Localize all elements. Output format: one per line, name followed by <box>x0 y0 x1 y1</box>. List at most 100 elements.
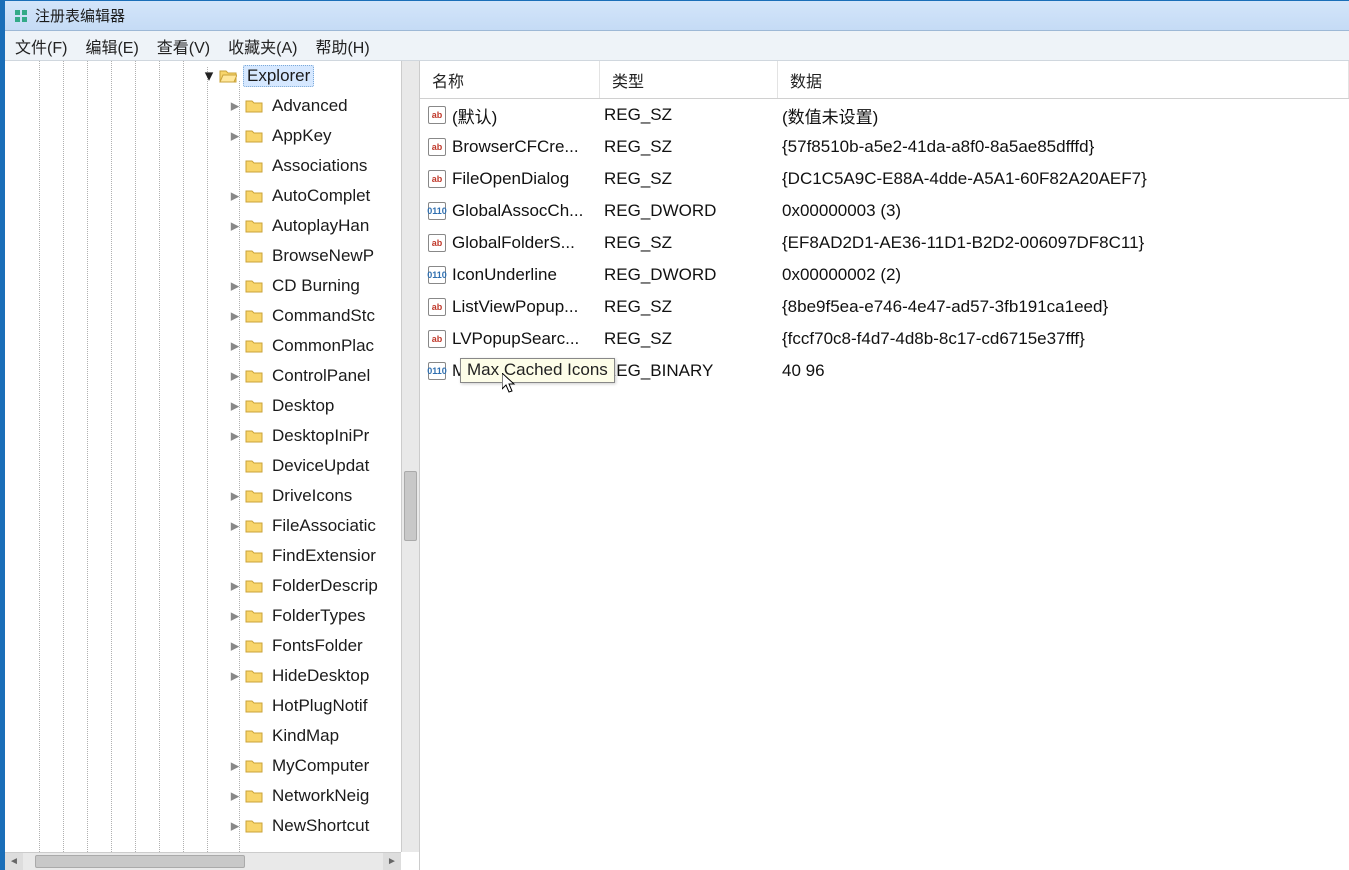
expander-icon[interactable]: ▸ <box>229 310 241 322</box>
value-type: REG_SZ <box>600 137 778 157</box>
tree-item-label: HideDesktop <box>272 666 369 685</box>
menu-file[interactable]: 文件(F) <box>15 34 67 58</box>
string-value-icon: ab <box>428 138 446 156</box>
tree-vertical-scrollbar[interactable] <box>401 61 419 852</box>
expander-icon[interactable]: ▸ <box>229 430 241 442</box>
tree-item[interactable]: ▸CD Burning <box>5 271 397 301</box>
expander-icon[interactable]: ▸ <box>229 670 241 682</box>
name-tooltip: Max Cached Icons <box>460 358 615 383</box>
value-type: REG_DWORD <box>600 265 778 285</box>
tree-item[interactable]: HotPlugNotif <box>5 691 397 721</box>
expander-icon[interactable]: ▸ <box>229 280 241 292</box>
tree-item[interactable]: ▸CommonPlac <box>5 331 397 361</box>
tree-item-label: FolderTypes <box>272 606 366 625</box>
menu-edit[interactable]: 编辑(E) <box>85 34 138 58</box>
tree-item[interactable]: ▸ ControlPanel <box>5 361 397 391</box>
expander-icon[interactable]: ▸ <box>229 490 241 502</box>
value-name: IconUnderline <box>452 265 557 285</box>
tree-pane: ▾ Explorer ▸Advanced▸AppKey Associations ▸ Au… <box>5 61 420 870</box>
tree-item-label: AutoplayHan <box>272 216 369 235</box>
tree-item[interactable]: KindMap <box>5 721 397 751</box>
expander-icon[interactable]: ▸ <box>229 100 241 112</box>
registry-value-row[interactable]: ab(默认)REG_SZ(数值未设置) <box>420 99 1349 131</box>
tree-item-label: Associations <box>272 156 367 175</box>
column-header-type[interactable]: 类型 <box>600 61 778 98</box>
tree-horizontal-scroll-thumb[interactable] <box>35 855 245 868</box>
tree-item[interactable]: FindExtensior <box>5 541 397 571</box>
tree-item[interactable]: ▸ FontsFolder <box>5 631 397 661</box>
expander-icon[interactable]: ▸ <box>229 370 241 382</box>
tree-item[interactable]: ▸ Desktop <box>5 391 397 421</box>
tree-item-label: FindExtensior <box>272 546 376 565</box>
binary-value-icon: 0110 <box>428 202 446 220</box>
registry-value-row[interactable]: abBrowserCFCre...REG_SZ{57f8510b-a5e2-41… <box>420 131 1349 163</box>
list-pane: 名称 类型 数据 ab(默认)REG_SZ(数值未设置)abBrowserCFC… <box>420 61 1349 870</box>
tree-view[interactable]: ▾ Explorer ▸Advanced▸AppKey Associations ▸ Au… <box>5 61 397 852</box>
tree-item[interactable]: BrowseNewP <box>5 241 397 271</box>
expander-icon[interactable]: ▸ <box>229 130 241 142</box>
tree-item-label: Desktop <box>272 396 334 415</box>
tree-item[interactable]: Associations <box>5 151 397 181</box>
tree-item[interactable]: ▸ AutoComplet <box>5 181 397 211</box>
registry-value-row[interactable]: 0110GlobalAssocCh...REG_DWORD0x00000003 … <box>420 195 1349 227</box>
value-type: REG_SZ <box>600 169 778 189</box>
registry-value-row[interactable]: abFileOpenDialogREG_SZ{DC1C5A9C-E88A-4dd… <box>420 163 1349 195</box>
tree-item-label: DriveIcons <box>272 486 352 505</box>
column-header-data[interactable]: 数据 <box>778 61 1349 98</box>
expander-icon[interactable]: ▸ <box>229 580 241 592</box>
window-title: 注册表编辑器 <box>35 5 125 26</box>
tree-item[interactable]: ▸AppKey <box>5 121 397 151</box>
expander-icon[interactable]: ▸ <box>229 790 241 802</box>
menu-view[interactable]: 查看(V) <box>157 34 210 58</box>
expander-icon[interactable]: ▸ <box>229 190 241 202</box>
expander-icon[interactable]: ▸ <box>229 610 241 622</box>
tree-item[interactable]: ▸ DriveIcons <box>5 481 397 511</box>
list-view[interactable]: ab(默认)REG_SZ(数值未设置)abBrowserCFCre...REG_… <box>420 99 1349 870</box>
tree-item-label: NetworkNeig <box>272 786 369 805</box>
value-data: {57f8510b-a5e2-41da-a8f0-8a5ae85dfffd} <box>778 137 1349 157</box>
column-header-name[interactable]: 名称 <box>420 61 600 98</box>
tree-item[interactable]: DeviceUpdat <box>5 451 397 481</box>
registry-value-row[interactable]: abGlobalFolderS...REG_SZ{EF8AD2D1-AE36-1… <box>420 227 1349 259</box>
tree-item-label: AutoComplet <box>272 186 370 205</box>
tree-item[interactable]: ▸ FolderTypes <box>5 601 397 631</box>
titlebar[interactable]: 注册表编辑器 <box>5 1 1349 31</box>
value-type: REG_SZ <box>600 233 778 253</box>
tree-item-label: FontsFolder <box>272 636 363 655</box>
tree-item[interactable]: ▸ AutoplayHan <box>5 211 397 241</box>
tree-item-label: ControlPanel <box>272 366 370 385</box>
tree-vertical-scroll-thumb[interactable] <box>404 471 417 541</box>
value-name: LVPopupSearc... <box>452 329 579 349</box>
expander-icon[interactable]: ▸ <box>229 820 241 832</box>
tree-item[interactable]: ▸ HideDesktop <box>5 661 397 691</box>
registry-value-row[interactable]: 0110IconUnderlineREG_DWORD0x00000002 (2) <box>420 259 1349 291</box>
tree-item[interactable]: ▸FolderDescrip <box>5 571 397 601</box>
tree-item[interactable]: ▸FileAssociatic <box>5 511 397 541</box>
registry-value-row[interactable]: abLVPopupSearc...REG_SZ{fccf70c8-f4d7-4d… <box>420 323 1349 355</box>
value-name: FileOpenDialog <box>452 169 569 189</box>
tree-item[interactable]: ▸Advanced <box>5 91 397 121</box>
tree-item[interactable]: ▾ Explorer <box>5 61 397 91</box>
expander-icon[interactable]: ▸ <box>229 340 241 352</box>
tree-item-label: DeviceUpdat <box>272 456 369 475</box>
menu-favorites[interactable]: 收藏夹(A) <box>228 34 297 58</box>
expander-icon[interactable]: ▸ <box>229 220 241 232</box>
expander-icon[interactable]: ▸ <box>229 760 241 772</box>
expander-icon[interactable]: ▸ <box>229 640 241 652</box>
string-value-icon: ab <box>428 234 446 252</box>
expander-icon[interactable]: ▸ <box>229 400 241 412</box>
registry-value-row[interactable]: abListViewPopup...REG_SZ{8be9f5ea-e746-4… <box>420 291 1349 323</box>
tree-item[interactable]: ▸MyComputer <box>5 751 397 781</box>
tree-item-label: Explorer <box>247 66 310 85</box>
scroll-right-arrow[interactable]: ► <box>383 853 401 870</box>
app-icon <box>13 8 29 24</box>
tree-item[interactable]: ▸ NetworkNeig <box>5 781 397 811</box>
tree-item[interactable]: ▸CommandStc <box>5 301 397 331</box>
tree-horizontal-scrollbar[interactable]: ◄ ► <box>5 852 401 870</box>
scroll-left-arrow[interactable]: ◄ <box>5 853 23 870</box>
expander-icon[interactable]: ▸ <box>229 520 241 532</box>
tree-item[interactable]: ▸DesktopIniPr <box>5 421 397 451</box>
menu-help[interactable]: 帮助(H) <box>315 34 369 58</box>
tree-item[interactable]: ▸NewShortcut <box>5 811 397 841</box>
expander-icon[interactable]: ▾ <box>203 70 215 82</box>
